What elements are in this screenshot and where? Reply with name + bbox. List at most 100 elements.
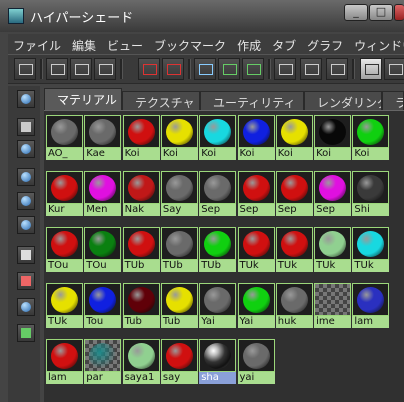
clear-graph-icon[interactable] [194,58,216,80]
small-icons-icon[interactable] [17,168,35,186]
graph-nav-icon[interactable] [300,58,322,80]
material-swatch[interactable]: Nak [122,171,160,216]
material-label: Yai [237,316,275,328]
graph-input-connections-icon[interactable] [242,58,264,80]
material-swatch-preview [122,339,160,372]
menu-bookmarks[interactable]: ブックマーク [149,34,232,54]
layout-split-icon[interactable] [94,58,116,80]
material-swatch[interactable]: lam [352,283,390,328]
graph-next-icon[interactable] [326,58,348,80]
material-label: Tub [160,316,198,328]
material-label: AO_ [46,148,83,160]
tab-rendering[interactable]: レンダリング [304,91,382,110]
material-swatch[interactable]: Yai [237,283,275,328]
material-swatch[interactable]: ime [314,283,352,328]
window-title: ハイパーシェード [30,11,134,26]
material-label: Tub [122,316,160,328]
tab-more[interactable]: ラ [382,91,404,110]
material-swatch[interactable]: Kae [84,115,122,160]
toolbar-separator [120,59,123,79]
panel-options-icon[interactable] [384,58,404,80]
sort-by-type-icon[interactable] [17,272,35,290]
material-swatch-preview [237,115,275,148]
material-swatch[interactable]: TUk [352,227,390,272]
material-swatch[interactable]: par [84,339,122,384]
material-swatch[interactable]: Sep [314,171,352,216]
list-view-icon[interactable] [17,118,35,136]
material-swatch[interactable]: lam [46,339,83,384]
close-button[interactable] [394,4,404,21]
minimize-button[interactable]: _ [344,4,368,21]
material-swatch[interactable]: Tou [84,283,122,328]
material-swatch[interactable]: yai [237,339,275,384]
material-swatch[interactable]: Koi [314,115,352,160]
material-swatch[interactable]: AO_ [46,115,83,160]
sort-by-time-icon[interactable] [17,298,35,316]
layout-bottom-icon[interactable] [70,58,92,80]
material-swatch[interactable]: Say [160,171,198,216]
material-swatch[interactable]: Koi [275,115,313,160]
menu-create[interactable]: 作成 [232,34,267,54]
material-swatch[interactable]: huk [275,283,313,328]
materials-panel: AO_ Kae Koi Koi Koi Koi Koi Koi Koi Kur Men Nak Say S… [44,110,404,402]
maximize-button[interactable]: □ [369,4,393,21]
icon-view-icon[interactable] [17,140,35,158]
material-swatch[interactable]: Koi [199,115,237,160]
material-swatch[interactable]: TUk [46,283,83,328]
material-swatch[interactable]: Koi [237,115,275,160]
material-swatch[interactable]: sha [199,339,237,384]
material-swatch[interactable]: TOu [84,227,122,272]
graph-arrows-icon[interactable] [162,58,184,80]
material-sphere-icon [51,287,78,313]
tab-materials[interactable]: マテリアル [44,88,122,110]
title-bar: ハイパーシェード _ □ [0,0,404,32]
material-swatch-preview [314,115,352,148]
material-swatch[interactable]: TUb [122,227,160,272]
tab-textures[interactable]: テクスチャ [122,91,200,110]
sort-by-name-icon[interactable] [17,246,35,264]
menu-view[interactable]: ビュー [102,34,149,54]
material-swatch[interactable]: Sep [237,171,275,216]
material-swatch[interactable]: TUk [314,227,352,272]
material-swatch-preview [160,227,198,260]
menu-tabs[interactable]: タブ [267,34,302,54]
panel-layout-icon[interactable] [360,58,382,80]
material-swatch[interactable]: Sep [275,171,313,216]
medium-icons-icon[interactable] [17,192,35,210]
material-swatch[interactable]: Yai [199,283,237,328]
material-swatch[interactable]: TUk [275,227,313,272]
graph-nodes-icon[interactable] [138,58,160,80]
material-swatch[interactable]: Koi [122,115,160,160]
graph-up-icon[interactable] [274,58,296,80]
menu-bar: ファイル編集ビューブックマーク作成タブグラフウィンドウ [8,34,404,54]
material-swatch[interactable]: Men [84,171,122,216]
material-swatch[interactable]: Koi [352,115,390,160]
input-output-connections-icon[interactable] [218,58,240,80]
material-sphere-icon [357,175,385,201]
material-swatch-preview [84,115,122,148]
material-sphere-icon [242,231,270,257]
menu-file[interactable]: ファイル [8,34,67,54]
material-swatch[interactable]: TUb [199,227,237,272]
menu-edit[interactable]: 編集 [67,34,102,54]
material-swatch[interactable]: Tub [122,283,160,328]
large-icons-icon[interactable] [17,216,35,234]
layout-top-icon[interactable] [46,58,68,80]
material-swatch[interactable]: Tub [160,283,198,328]
material-swatch[interactable]: Shi [352,171,390,216]
toggle-list-icon[interactable] [14,58,36,80]
material-swatch[interactable]: Koi [160,115,198,160]
material-swatch[interactable]: TUk [237,227,275,272]
create-bar-icon[interactable] [17,90,35,108]
material-swatch[interactable]: saya1 [122,339,160,384]
material-swatch[interactable]: TOu [46,227,83,272]
material-swatch[interactable]: Sep [199,171,237,216]
material-swatch[interactable]: Kur [46,171,83,216]
menu-window[interactable]: ウィンドウ [349,34,404,54]
material-swatch[interactable]: TUb [160,227,198,272]
tab-utilities[interactable]: ユーティリティ [200,91,304,110]
material-sphere-icon [280,287,308,313]
material-swatch[interactable]: say [160,339,198,384]
menu-graph[interactable]: グラフ [302,34,349,54]
sort-reverse-icon[interactable] [17,324,35,342]
